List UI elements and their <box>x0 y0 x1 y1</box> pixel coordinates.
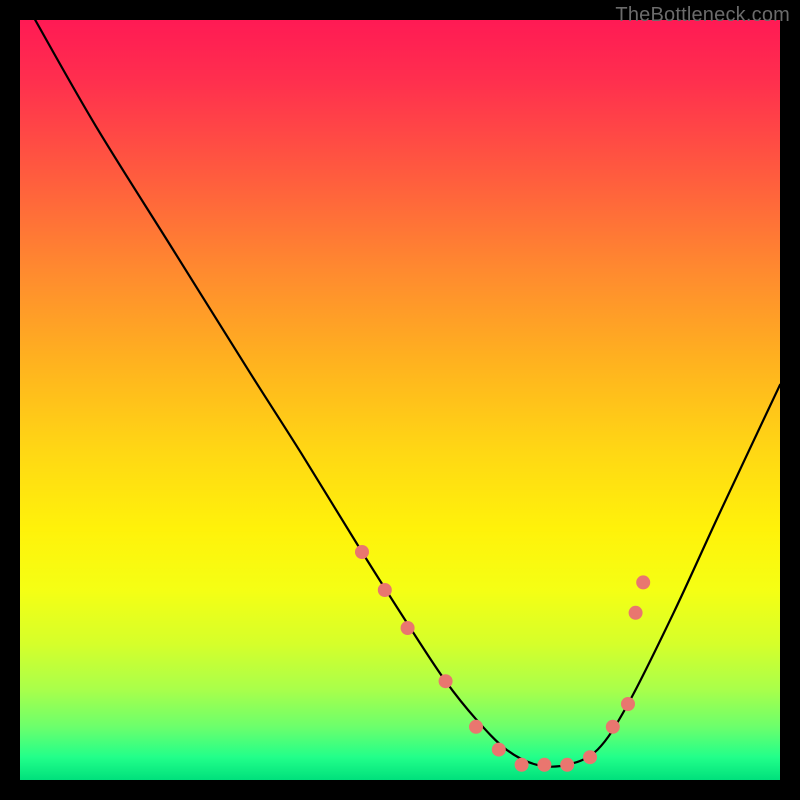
curve-marker <box>537 758 551 772</box>
marker-group <box>355 545 650 772</box>
watermark-text: TheBottleneck.com <box>615 4 790 27</box>
curve-marker <box>439 674 453 688</box>
curve-marker <box>560 758 574 772</box>
curve-marker <box>469 720 483 734</box>
curve-marker <box>355 545 369 559</box>
curve-layer <box>20 20 780 780</box>
curve-marker <box>636 575 650 589</box>
plot-area <box>20 20 780 780</box>
curve-marker <box>378 583 392 597</box>
curve-marker <box>401 621 415 635</box>
curve-marker <box>492 743 506 757</box>
curve-marker <box>621 697 635 711</box>
chart-frame: TheBottleneck.com <box>0 0 800 800</box>
curve-marker <box>515 758 529 772</box>
bottleneck-curve <box>35 20 780 767</box>
curve-marker <box>629 606 643 620</box>
curve-marker <box>606 720 620 734</box>
curve-marker <box>583 750 597 764</box>
